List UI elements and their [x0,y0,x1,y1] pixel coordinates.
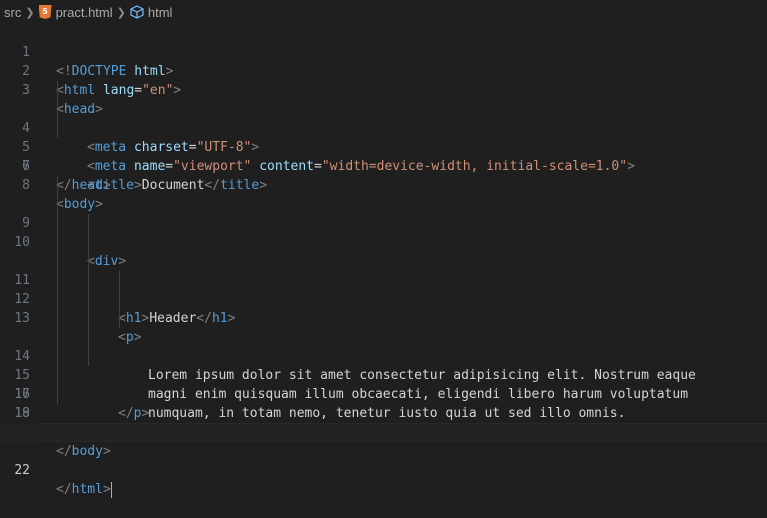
code-line[interactable]: 9 [0,176,767,231]
indent-guide [88,252,89,271]
indent-guide [57,214,58,233]
indent-guide [57,195,58,214]
cube-icon [130,5,144,19]
chevron-right-icon: ❯ [25,6,35,19]
text-cursor [110,481,112,498]
indent-guide [88,271,89,290]
indent-guide [57,347,58,366]
code-line-active[interactable]: 22 </html> [0,423,767,498]
indent-guide [57,100,58,119]
line-content: </body> [56,444,111,459]
code-line[interactable]: 7 </head> [0,138,767,193]
breadcrumb-file[interactable]: pract.html [56,5,113,20]
breadcrumb-folder[interactable]: src [4,5,21,20]
code-line[interactable]: 11 [0,214,767,288]
code-line[interactable]: 10 <div> [0,195,767,269]
breadcrumb-symbol[interactable]: html [148,5,173,20]
code-line[interactable]: 20 [0,385,767,440]
code-line[interactable]: 3 <head> [0,62,767,117]
code-line[interactable]: 16 numquam, in totam nemo, tenetur iusto… [0,309,767,421]
indent-guide [88,290,89,309]
code-editor[interactable]: 1 <!DOCTYPE html> 2 <html lang="en"> 3 <… [0,24,767,498]
breadcrumb: src ❯ 5 pract.html ❯ html [0,0,767,24]
indent-guide [57,252,58,271]
indent-guide [57,271,58,290]
code-line[interactable]: 6 <title>Document</title> [0,119,767,193]
indent-guide [57,309,58,328]
code-line[interactable]: 19 </div> [0,366,767,440]
indent-guide [88,347,89,366]
indent-guide [88,328,89,347]
indent-guide [57,81,58,100]
html5-icon: 5 [38,5,52,19]
indent-guide [88,233,89,252]
indent-guide [57,385,58,404]
code-line[interactable]: 18 [0,347,767,421]
indent-guide [88,309,89,328]
code-line[interactable]: 12 <h1>Header</h1> [0,233,767,326]
indent-guide [57,119,58,138]
code-line[interactable]: 4 <meta charset="UTF-8"> [0,81,767,155]
indent-guide [119,309,120,328]
indent-guide [57,290,58,309]
code-line[interactable]: 14 Lorem ipsum dolor sit amet consectetu… [0,271,767,383]
code-line[interactable]: 1 <!DOCTYPE html> [0,24,767,79]
indent-guide [119,290,120,309]
indent-guide [119,271,120,290]
indent-guide [57,233,58,252]
code-line[interactable]: 21 </body> [0,404,767,459]
indent-guide [57,366,58,385]
code-line[interactable]: 2 <html lang="en"> [0,43,767,98]
indent-guide [57,176,58,195]
code-line[interactable]: 13 <p> [0,252,767,345]
code-line[interactable]: 15 magni enim quisquam illum obcaecati, … [0,290,767,402]
indent-guide [57,328,58,347]
line-number: 22 [14,463,30,478]
line-content: </html> [56,481,112,498]
active-line-highlight [38,423,767,442]
code-line[interactable]: 8 <body> [0,157,767,212]
code-line[interactable]: 17 </p> [0,328,767,421]
code-line[interactable]: 5 <meta name="viewport" content="width=d… [0,100,767,174]
indent-guide [88,214,89,233]
chevron-right-icon: ❯ [116,6,126,19]
